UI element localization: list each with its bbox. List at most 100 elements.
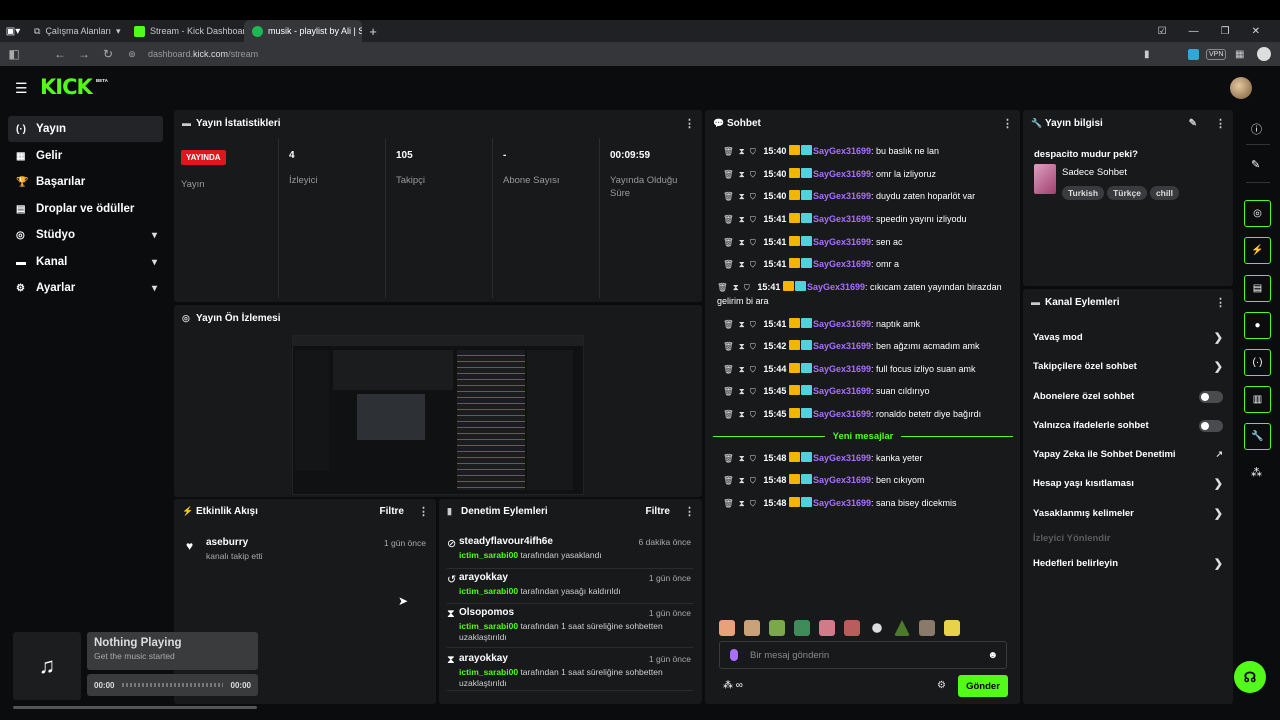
progress-track[interactable] <box>122 683 223 687</box>
mod-tools-icon[interactable]: 🗑⧗⛉ <box>723 475 761 485</box>
more-options-icon[interactable]: ⋮ <box>418 505 429 518</box>
pencil-icon[interactable]: ✎ <box>1251 158 1260 171</box>
vpn-button[interactable]: VPN <box>1206 48 1227 60</box>
more-options-icon[interactable]: ⋮ <box>1002 117 1013 130</box>
emote-icon[interactable] <box>894 620 910 636</box>
rail-server-button[interactable]: ▥ <box>1244 386 1271 413</box>
emote-icon[interactable] <box>844 620 860 636</box>
emote-icon[interactable] <box>944 620 960 636</box>
emote-icon[interactable] <box>819 620 835 636</box>
info-icon[interactable]: ⓘ <box>1251 121 1262 137</box>
emoji-icon[interactable]: ☻ <box>987 650 998 661</box>
chat-username[interactable]: SayGex31699 <box>813 409 871 419</box>
bookmark-icon[interactable]: ▮ <box>1144 49 1150 60</box>
filter-button[interactable]: Filtre <box>646 506 670 517</box>
new-tab-button[interactable]: + <box>362 24 384 39</box>
more-options-icon[interactable]: ⋮ <box>1215 117 1226 130</box>
rail-broadcast-button[interactable]: (·) <box>1244 349 1271 376</box>
action-followers-only[interactable]: Takipçilere özel sohbet ❯ <box>1029 352 1227 381</box>
workspaces-button[interactable]: ⧉ Çalışma Alanları ▾ <box>26 20 126 42</box>
browser-menu-icon[interactable]: ▣▾ <box>0 26 26 37</box>
more-options-icon[interactable]: ⋮ <box>684 505 695 518</box>
mod-tools-icon[interactable]: 🗑⧗⛉ <box>723 319 761 329</box>
edit-icon[interactable]: ✎ <box>1189 118 1197 129</box>
chat-username[interactable]: SayGex31699 <box>813 319 871 329</box>
user-avatar[interactable] <box>1230 77 1252 99</box>
mod-tools-icon[interactable]: 🗑⧗⛉ <box>723 386 761 396</box>
action-ai-moderation[interactable]: Yapay Zeka ile Sohbet Denetimi ↗ <box>1029 440 1227 469</box>
sidebar-toggle-icon[interactable]: ◧ <box>2 47 26 61</box>
toggle-switch[interactable] <box>1199 390 1223 403</box>
action-account-age[interactable]: Hesap yaşı kısıtlaması ❯ <box>1029 469 1227 498</box>
microphone-icon[interactable] <box>730 649 738 661</box>
profile-icon[interactable] <box>1257 47 1271 61</box>
forward-icon[interactable]: → <box>72 47 96 61</box>
sidebar-item-ayarlar[interactable]: ⚙ Ayarlar ▾ <box>8 275 163 301</box>
chat-username[interactable]: SayGex31699 <box>813 237 871 247</box>
chat-username[interactable]: SayGex31699 <box>813 498 871 508</box>
emote-icon[interactable] <box>744 620 760 636</box>
hamburger-menu-icon[interactable]: ☰ <box>15 80 28 97</box>
chat-username[interactable]: SayGex31699 <box>813 453 871 463</box>
chat-username[interactable]: SayGex31699 <box>813 386 871 396</box>
chat-username[interactable]: SayGex31699 <box>813 169 871 179</box>
rail-camera-button[interactable]: ◎ <box>1244 200 1271 227</box>
mod-tools-icon[interactable]: 🗑⧗⛉ <box>723 498 761 508</box>
category-name[interactable]: Sadece Sohbet <box>1062 167 1127 178</box>
chat-settings-icon[interactable]: ⚙ <box>937 680 946 691</box>
sidebar-item-basarilar[interactable]: 🏆 Başarılar <box>8 169 163 195</box>
rail-chat-button[interactable]: ● <box>1244 312 1271 339</box>
more-options-icon[interactable]: ⋮ <box>1215 296 1226 309</box>
rail-document-button[interactable]: ▤ <box>1244 275 1271 302</box>
emote-icon[interactable] <box>769 620 785 636</box>
emote-icon[interactable] <box>872 623 882 633</box>
shield-icon[interactable] <box>1188 48 1199 60</box>
sidebar-item-kanal[interactable]: ▬ Kanal ▾ <box>8 249 163 275</box>
emote-icon[interactable] <box>719 620 735 636</box>
mod-tools-icon[interactable]: 🗑⧗⛉ <box>717 282 755 292</box>
mod-tools-icon[interactable]: 🗑⧗⛉ <box>723 237 761 247</box>
mod-tools-icon[interactable]: 🗑⧗⛉ <box>723 364 761 374</box>
rail-wrench-button[interactable]: 🔧 <box>1244 423 1271 450</box>
reload-icon[interactable]: ↻ <box>96 47 120 61</box>
emote-icon[interactable] <box>794 620 810 636</box>
minimize-icon[interactable]: — <box>1189 26 1199 37</box>
chat-input[interactable]: Bir mesaj gönderin ☻ <box>719 641 1007 669</box>
music-progress[interactable]: 00:00 00:00 <box>87 674 258 696</box>
action-set-goals[interactable]: Hedefleri belirleyin ❯ <box>1029 549 1227 578</box>
mod-tools-icon[interactable]: 🗑⧗⛉ <box>723 453 761 463</box>
points-icon[interactable]: ⁂ ∞ <box>723 680 743 691</box>
support-button[interactable]: ☊ <box>1234 661 1266 693</box>
back-icon[interactable]: ← <box>48 47 72 61</box>
emote-icon[interactable] <box>919 620 935 636</box>
tab-kick-dashboard[interactable]: Stream - Kick Dashboard <box>126 20 244 42</box>
extensions-icon[interactable]: ▦ <box>1235 49 1244 60</box>
chat-username[interactable]: SayGex31699 <box>813 341 871 351</box>
mod-tools-icon[interactable]: 🗑⧗⛉ <box>723 146 761 156</box>
kick-logo[interactable]: KICK <box>40 75 93 99</box>
filter-button[interactable]: Filtre <box>380 506 404 517</box>
sidebar-item-studyo[interactable]: ◎ Stüdyo ▾ <box>8 222 163 248</box>
toggle-switch[interactable] <box>1199 419 1223 432</box>
tab-spotify-playlist[interactable]: musik - playlist by Ali | Spo <box>244 20 362 42</box>
url-field[interactable]: dashboard.kick.com/stream <box>148 49 258 59</box>
tab-search-icon[interactable]: ☑ <box>1158 26 1167 37</box>
mod-tools-icon[interactable]: 🗑⧗⛉ <box>723 169 761 179</box>
action-slow-mode[interactable]: Yavaş mod ❯ <box>1029 323 1227 352</box>
sidebar-item-yayin[interactable]: (·) Yayın <box>8 116 163 142</box>
action-emotes-only[interactable]: Yalnızca ifadelerle sohbet <box>1029 411 1227 440</box>
mod-tools-icon[interactable]: 🗑⧗⛉ <box>723 409 761 419</box>
chat-username[interactable]: SayGex31699 <box>813 146 871 156</box>
points-icon[interactable]: ⁂ <box>1251 466 1262 479</box>
mod-tools-icon[interactable]: 🗑⧗⛉ <box>723 259 761 269</box>
stream-preview-video[interactable] <box>292 335 584 495</box>
chat-username[interactable]: SayGex31699 <box>813 259 871 269</box>
chat-username[interactable]: SayGex31699 <box>813 191 871 201</box>
chat-username[interactable]: SayGex31699 <box>807 282 865 292</box>
send-button[interactable]: Gönder <box>958 675 1008 697</box>
mod-tools-icon[interactable]: 🗑⧗⛉ <box>723 341 761 351</box>
close-icon[interactable]: ✕ <box>1252 26 1260 37</box>
site-info-icon[interactable]: ⊚ <box>120 49 144 60</box>
rail-lightning-button[interactable]: ⚡ <box>1244 237 1271 264</box>
more-options-icon[interactable]: ⋮ <box>684 117 695 130</box>
